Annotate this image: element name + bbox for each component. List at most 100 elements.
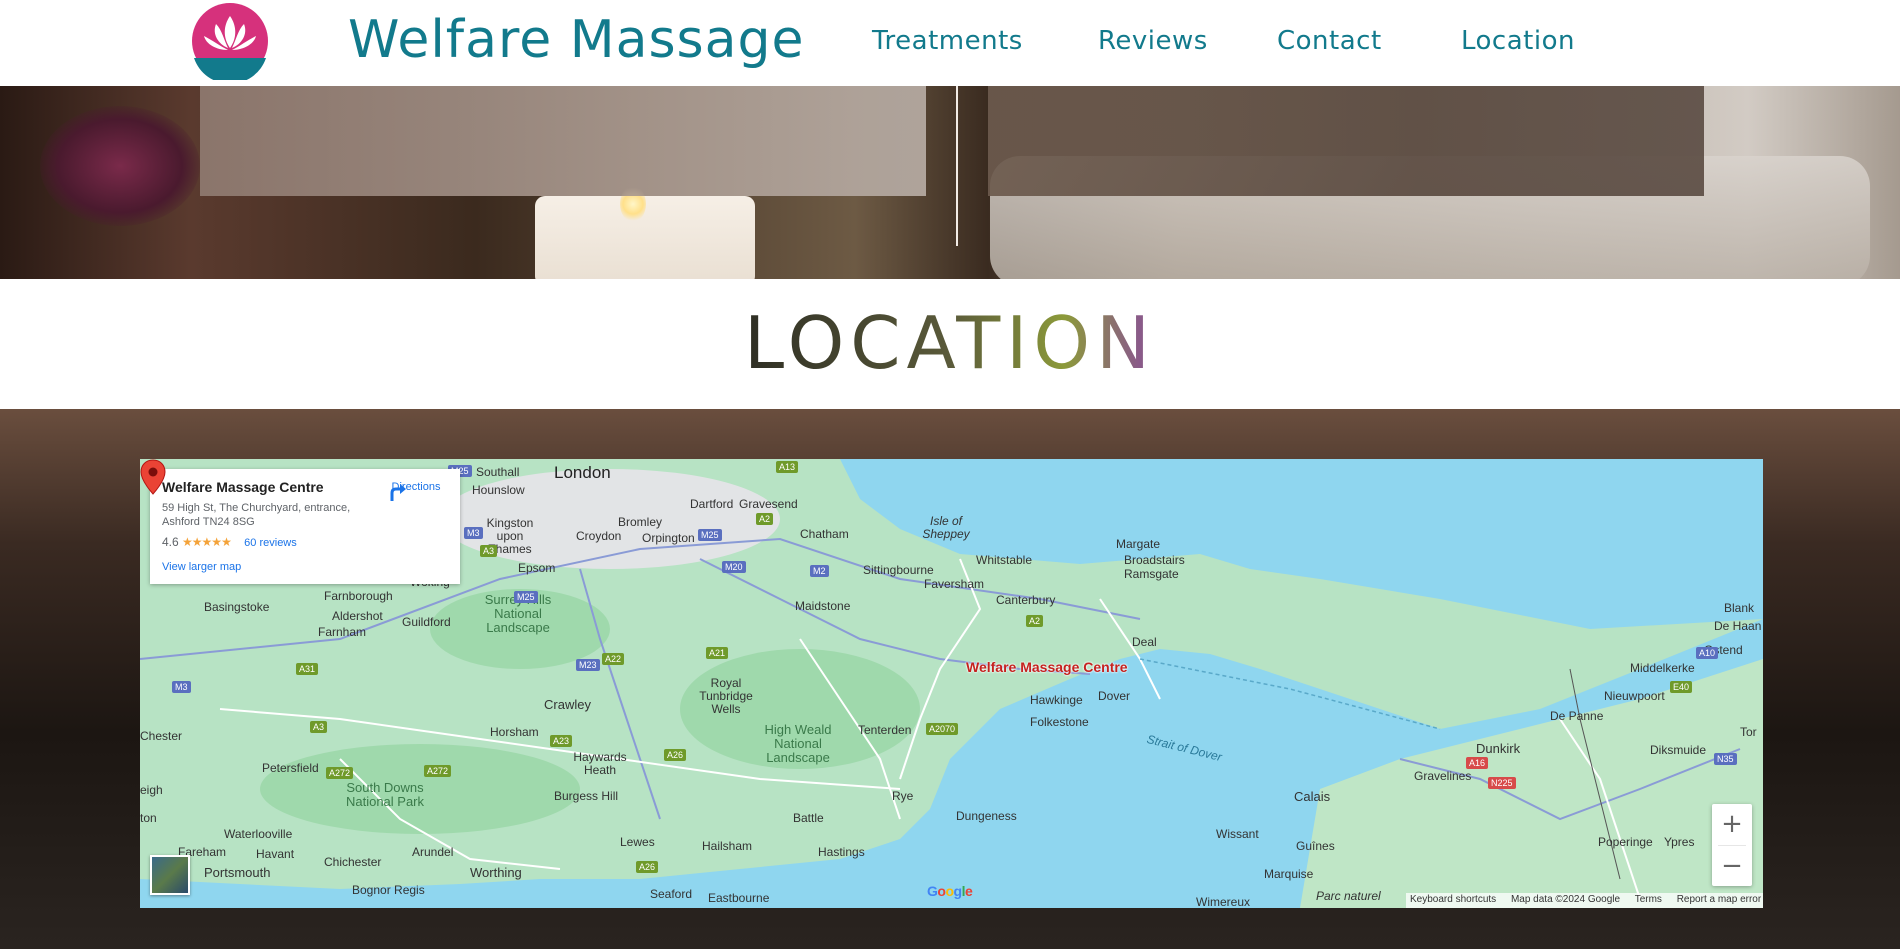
- map-label: Basingstoke: [204, 600, 270, 614]
- map-label: Deal: [1132, 635, 1157, 649]
- google-map[interactable]: London Southall Hounslow Kingston upon T…: [140, 459, 1763, 908]
- map-label: Isle of Sheppey: [922, 514, 970, 541]
- zoom-controls: + −: [1712, 804, 1752, 886]
- map-label: Lewes: [620, 835, 655, 849]
- map-label: Margate: [1116, 537, 1161, 551]
- map-label: Guînes: [1296, 839, 1335, 853]
- map-label: Poperinge: [1598, 835, 1653, 849]
- road-shield: M3: [172, 681, 191, 693]
- map-label: Portsmouth: [204, 865, 271, 880]
- road-shield: A3: [310, 721, 328, 733]
- directions-button[interactable]: Directions: [386, 481, 446, 501]
- google-logo-letter: o: [945, 883, 954, 899]
- map-label: Ramsgate: [1124, 567, 1179, 581]
- road-shield: A13: [776, 461, 799, 473]
- google-logo-letter: e: [964, 883, 973, 899]
- road-shield: A26: [636, 861, 659, 873]
- road-shield: A22: [602, 653, 625, 665]
- map-label: Havant: [256, 847, 295, 861]
- map-label: Farnham: [318, 625, 367, 639]
- map-label: Eastbourne: [708, 891, 770, 905]
- map-label: Wimereux: [1196, 895, 1251, 908]
- map-label: Dungeness: [956, 809, 1017, 823]
- nav-location[interactable]: Location: [1461, 26, 1575, 56]
- hero-divider: [956, 86, 958, 246]
- map-label: Sittingbourne: [863, 563, 934, 577]
- pin-label[interactable]: Welfare Massage Centre: [966, 659, 1128, 675]
- place-rating: 4.6: [162, 535, 179, 549]
- map-label: ton: [140, 811, 157, 825]
- google-logo-letter: G: [927, 883, 938, 899]
- view-larger-map-link[interactable]: View larger map: [162, 561, 448, 573]
- report-error-link[interactable]: Report a map error: [1677, 894, 1761, 905]
- map-label: Diksmuide: [1650, 743, 1707, 757]
- map-label: Ypres: [1664, 835, 1695, 849]
- location-section-header: LOCATION: [0, 279, 1900, 409]
- map-label: Faversham: [924, 577, 985, 591]
- road-shield: A2: [756, 513, 774, 525]
- keyboard-shortcuts-link[interactable]: Keyboard shortcuts: [1410, 894, 1496, 905]
- map-label: Maidstone: [795, 599, 851, 613]
- map-label: Hounslow: [472, 483, 525, 497]
- map-label: Calais: [1294, 789, 1331, 804]
- map-label: Rye: [892, 789, 914, 803]
- map-label: Chester: [140, 729, 183, 743]
- map-label-park: South Downs National Park: [345, 780, 425, 809]
- map-label: Bromley: [618, 515, 663, 529]
- map-label: Hawkinge: [1030, 693, 1083, 707]
- lotus-logo-icon[interactable]: [190, 2, 270, 80]
- nav-treatments[interactable]: Treatments: [872, 26, 1023, 56]
- road-shield: E40: [1670, 681, 1693, 693]
- map-label: Nieuwpoort: [1604, 689, 1665, 703]
- map-pin-icon[interactable]: [140, 459, 166, 495]
- reviews-link[interactable]: 60 reviews: [244, 537, 297, 549]
- zoom-out-button[interactable]: −: [1712, 846, 1752, 887]
- map-label: Chichester: [324, 855, 382, 869]
- map-label: Burgess Hill: [554, 789, 619, 803]
- place-info-card: Welfare Massage Centre 59 High St, The C…: [150, 469, 460, 584]
- map-label: Crawley: [544, 697, 591, 712]
- satellite-layer-toggle[interactable]: [150, 855, 190, 895]
- map-label: Blank: [1724, 601, 1755, 615]
- road-shield: M2: [810, 565, 829, 577]
- hero-banner: [0, 86, 1900, 279]
- road-shield: M25: [698, 529, 722, 541]
- star-rating-icon: ★★★★★: [182, 535, 232, 549]
- map-label: Broadstairs: [1124, 553, 1185, 567]
- hero-panel-right: [988, 86, 1704, 196]
- road-shield: M3: [464, 527, 483, 539]
- google-logo-letter: g: [953, 883, 963, 899]
- nav-contact[interactable]: Contact: [1277, 26, 1382, 56]
- map-label: Battle: [793, 811, 824, 825]
- map-label: Gravelines: [1414, 769, 1472, 783]
- map-label: Hailsham: [702, 839, 753, 853]
- map-label: Petersfield: [262, 761, 319, 775]
- map-label: Dunkirk: [1476, 741, 1521, 756]
- map-label: eigh: [140, 783, 163, 797]
- road-shield: M25: [514, 591, 538, 603]
- terms-link[interactable]: Terms: [1635, 894, 1662, 905]
- map-label: Farnborough: [324, 589, 393, 603]
- google-logo: Google: [927, 883, 973, 899]
- map-label: Bognor Regis: [352, 883, 425, 897]
- nav-reviews[interactable]: Reviews: [1098, 26, 1208, 56]
- road-shield: A272: [326, 767, 354, 779]
- map-label: Aldershot: [332, 609, 383, 623]
- road-shield: A2070: [926, 723, 959, 735]
- map-label: Waterlooville: [224, 827, 293, 841]
- brand-name[interactable]: Welfare Massage: [348, 10, 805, 70]
- map-label-park: High Weald National Landscape: [764, 722, 832, 765]
- directions-icon: [390, 484, 406, 501]
- map-label: Guildford: [402, 615, 451, 629]
- zoom-in-button[interactable]: +: [1712, 804, 1752, 845]
- map-label: Tor: [1740, 725, 1757, 739]
- road-shield: A10: [1696, 647, 1719, 659]
- road-shield: A26: [664, 749, 687, 761]
- map-label: Folkestone: [1030, 715, 1089, 729]
- map-label: Whitstable: [976, 553, 1033, 567]
- road-shield: M23: [576, 659, 600, 671]
- road-shield: A272: [424, 765, 452, 777]
- map-label: Hastings: [818, 845, 865, 859]
- road-shield: A3: [480, 545, 498, 557]
- map-label: Seaford: [650, 887, 693, 901]
